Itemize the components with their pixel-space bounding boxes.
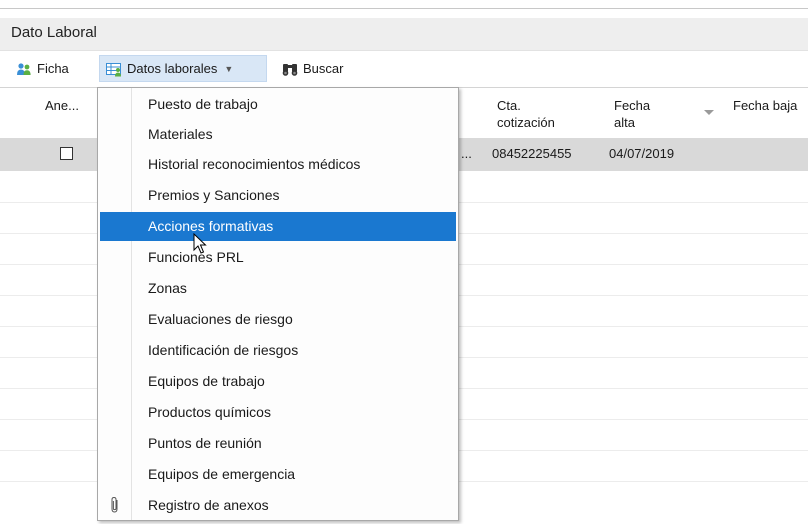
- menu-item-identificacion-riesgos[interactable]: Identificación de riesgos: [100, 336, 456, 365]
- ficha-button[interactable]: Ficha: [10, 55, 75, 82]
- col-cta-line1: Cta.: [497, 98, 521, 113]
- row-checkbox[interactable]: [60, 147, 73, 160]
- col-fecha-alta-line2: alta: [614, 115, 635, 130]
- menu-item-label: Zonas: [148, 280, 187, 296]
- menu-item-historial-reconocimientos[interactable]: Historial reconocimientos médicos: [100, 150, 456, 179]
- section-header: Dato Laboral: [0, 18, 808, 51]
- menu-item-label: Puntos de reunión: [148, 435, 262, 451]
- menu-item-premios-sanciones[interactable]: Premios y Sanciones: [100, 181, 456, 210]
- menu-item-label: Identificación de riesgos: [148, 342, 299, 358]
- cta-cotizacion-cell: 08452225455: [492, 146, 572, 161]
- top-border: [0, 8, 808, 9]
- menu-item-label: Equipos de emergencia: [148, 466, 296, 482]
- datos-laborales-label: Datos laborales: [127, 61, 218, 76]
- menu-item-zonas[interactable]: Zonas: [100, 274, 456, 303]
- menu-item-funciones-prl[interactable]: Funciones PRL: [100, 243, 456, 272]
- menu-item-label: Materiales: [148, 126, 213, 142]
- col-cta-cotizacion[interactable]: Cta. cotización: [497, 97, 555, 131]
- menu-item-label: Equipos de trabajo: [148, 373, 265, 389]
- buscar-button[interactable]: Buscar: [276, 55, 349, 82]
- menu-item-puesto-de-trabajo[interactable]: Puesto de trabajo: [100, 90, 456, 119]
- menu-item-label: Premios y Sanciones: [148, 187, 280, 203]
- menu-item-evaluaciones-riesgo[interactable]: Evaluaciones de riesgo: [100, 305, 456, 334]
- toolbar: Ficha Datos laborales ▼ Buscar: [0, 51, 808, 87]
- menu-item-label: Registro de anexos: [148, 497, 269, 513]
- col-fecha-baja[interactable]: Fecha baja: [733, 97, 797, 114]
- mouse-cursor-icon: [193, 232, 207, 258]
- col-cta-line2: cotización: [497, 115, 555, 130]
- menu-item-label: Puesto de trabajo: [148, 96, 258, 112]
- col-anexos[interactable]: Ane...: [45, 97, 79, 114]
- buscar-label: Buscar: [303, 61, 344, 76]
- people-icon: [16, 61, 32, 77]
- menu-item-materiales[interactable]: Materiales: [100, 120, 456, 149]
- chevron-down-icon: ▼: [224, 63, 234, 74]
- fecha-alta-cell: 04/07/2019: [609, 146, 675, 161]
- section-title: Dato Laboral: [11, 24, 97, 41]
- menu-item-equipos-trabajo[interactable]: Equipos de trabajo: [100, 367, 456, 396]
- menu-item-acciones-formativas[interactable]: Acciones formativas: [100, 212, 456, 241]
- people-grid-icon: [106, 61, 122, 77]
- datos-laborales-dropdown-button[interactable]: Datos laborales ▼: [99, 55, 267, 82]
- binoculars-icon: [282, 61, 298, 77]
- menu-item-productos-quimicos[interactable]: Productos químicos: [100, 398, 456, 427]
- menu-item-puntos-reunion[interactable]: Puntos de reunión: [100, 429, 456, 458]
- menu-item-label: Historial reconocimientos médicos: [148, 156, 361, 172]
- col-fecha-alta-line1: Fecha: [614, 98, 651, 113]
- menu-item-label: Productos químicos: [148, 404, 271, 420]
- paperclip-icon: [109, 496, 121, 517]
- menu-item-label: Evaluaciones de riesgo: [148, 311, 293, 327]
- sort-down-icon: [704, 110, 714, 115]
- menu-item-registro-anexos[interactable]: Registro de anexos: [100, 491, 456, 520]
- truncated-cell: ...: [461, 146, 472, 161]
- menu-item-equipos-emergencia[interactable]: Equipos de emergencia: [100, 460, 456, 489]
- ficha-label: Ficha: [37, 61, 69, 76]
- datos-laborales-menu: Puesto de trabajo Materiales Historial r…: [97, 87, 459, 521]
- menu-item-label: Acciones formativas: [148, 218, 274, 234]
- col-fecha-alta[interactable]: Fecha alta: [614, 97, 650, 131]
